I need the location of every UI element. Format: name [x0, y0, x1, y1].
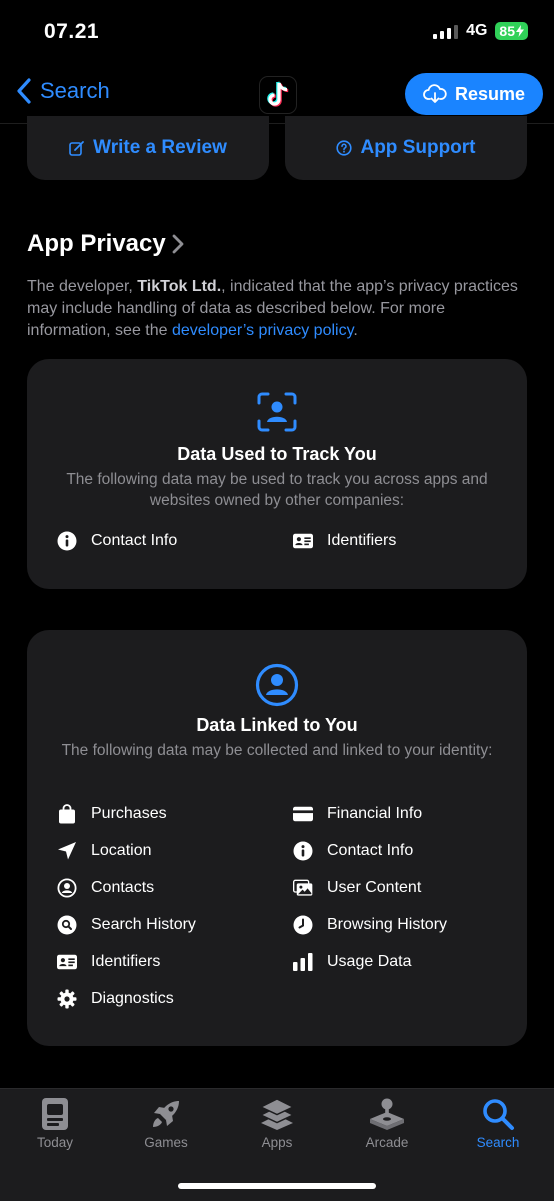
chevron-left-icon: [17, 78, 31, 104]
linked-item-contacts: Contacts: [57, 878, 154, 898]
app-privacy-heading[interactable]: App Privacy: [27, 230, 184, 258]
linked-item-browsing-history: Browsing History: [293, 915, 447, 935]
info-circle-icon: [57, 531, 77, 551]
bar-chart-icon: [293, 952, 313, 972]
resume-label: Resume: [454, 83, 526, 104]
battery-level: 85: [499, 23, 515, 39]
tab-arcade[interactable]: Arcade: [337, 1097, 437, 1150]
app-privacy-title: App Privacy: [27, 230, 166, 257]
tab-games[interactable]: Games: [116, 1097, 216, 1150]
track-item-identifiers: Identifiers: [293, 531, 396, 551]
home-indicator: [178, 1183, 376, 1189]
linked-item-location: Location: [57, 841, 152, 861]
linked-card-title: Data Linked to You: [196, 715, 358, 735]
chevron-right-icon: [172, 234, 184, 254]
data-track-card[interactable]: Data Used to Track You The following dat…: [27, 359, 527, 589]
tab-apps[interactable]: Apps: [227, 1097, 327, 1150]
tracking-person-icon: [257, 392, 297, 432]
back-button[interactable]: Search: [16, 78, 110, 104]
track-card-subtitle: The following data may be used to track …: [66, 471, 488, 509]
photos-icon: [293, 878, 313, 898]
app-support-button[interactable]: App Support: [285, 116, 527, 180]
linked-item-purchases: Purchases: [57, 804, 167, 824]
shopping-bag-icon: [57, 804, 77, 824]
data-linked-card[interactable]: Data Linked to You The following data ma…: [27, 630, 527, 1046]
location-arrow-icon: [57, 841, 77, 861]
question-circle-icon: [336, 140, 353, 156]
status-time: 07.21: [44, 20, 100, 43]
back-button-label: Search: [40, 78, 110, 103]
privacy-policy-link[interactable]: developer’s privacy policy: [172, 322, 353, 339]
search-circle-icon: [57, 915, 77, 935]
today-icon: [42, 1098, 68, 1130]
gear-icon: [57, 989, 77, 1009]
tiktok-app-icon: [259, 76, 297, 114]
write-review-label: Write a Review: [93, 137, 227, 158]
linked-item-identifiers: Identifiers: [57, 952, 160, 972]
id-card-icon: [57, 952, 77, 972]
track-item-contact-info: Contact Info: [57, 531, 177, 551]
battery-icon: 85: [495, 22, 528, 40]
linked-card-subtitle: The following data may be collected and …: [61, 742, 493, 759]
info-circle-icon: [293, 841, 313, 861]
network-type: 4G: [466, 22, 488, 39]
track-card-title: Data Used to Track You: [177, 444, 377, 464]
tab-search[interactable]: Search: [448, 1097, 548, 1150]
linked-item-search-history: Search History: [57, 915, 196, 935]
resume-button[interactable]: Resume: [405, 73, 543, 115]
linked-item-user-content: User Content: [293, 878, 421, 898]
compose-icon: [69, 141, 85, 156]
cellular-signal-icon: [433, 23, 459, 39]
person-circle-small-icon: [57, 878, 77, 898]
id-card-icon: [293, 531, 313, 551]
cloud-download-icon: [423, 84, 447, 103]
linked-item-usage-data: Usage Data: [293, 952, 412, 972]
linked-item-contact-info: Contact Info: [293, 841, 413, 861]
rocket-icon: [153, 1101, 179, 1127]
search-icon: [483, 1099, 514, 1130]
tab-today[interactable]: Today: [5, 1097, 105, 1150]
joystick-icon: [370, 1098, 404, 1130]
status-indicators: 4G 85: [433, 22, 528, 40]
layers-icon: [260, 1098, 294, 1130]
write-review-button[interactable]: Write a Review: [27, 116, 269, 180]
linked-item-diagnostics: Diagnostics: [57, 989, 174, 1009]
privacy-description: The developer, TikTok Ltd., indicated th…: [27, 278, 518, 339]
linked-item-financial-info: Financial Info: [293, 804, 422, 824]
developer-name: TikTok Ltd.: [137, 278, 222, 295]
app-support-label: App Support: [360, 137, 476, 158]
credit-card-icon: [293, 804, 313, 824]
clock-icon: [293, 915, 313, 935]
person-circle-icon: [255, 663, 299, 707]
